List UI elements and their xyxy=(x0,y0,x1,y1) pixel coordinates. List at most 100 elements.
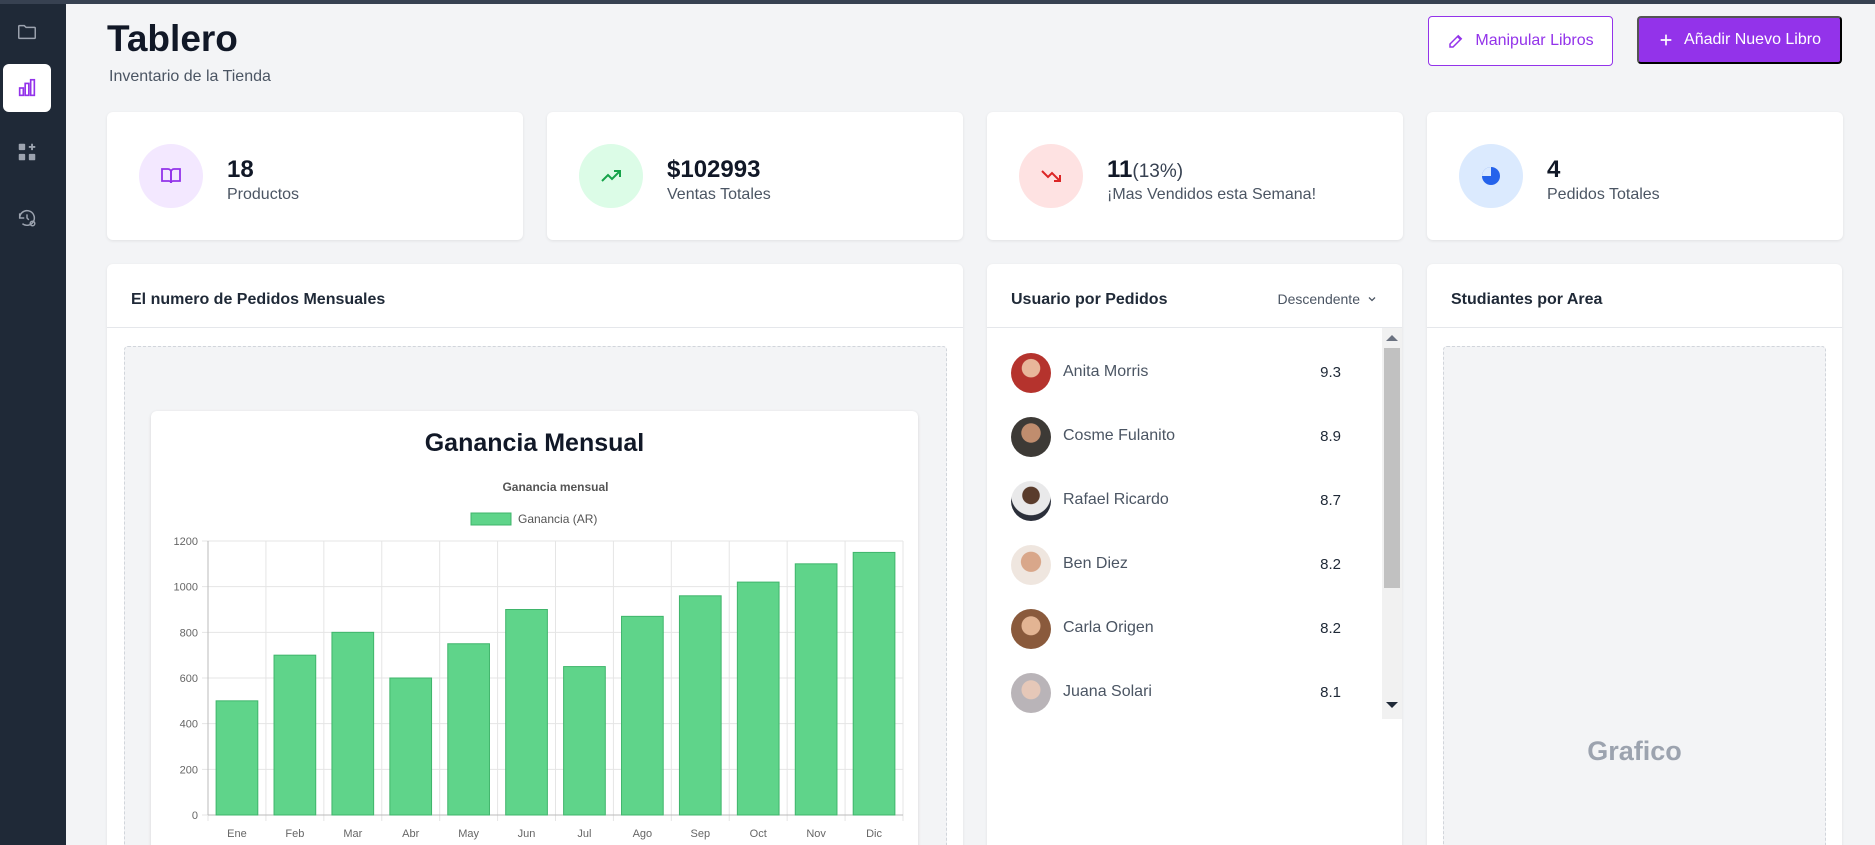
bar xyxy=(736,581,780,816)
y-tick-label: 1200 xyxy=(174,536,198,548)
user-score: 8.2 xyxy=(1320,556,1341,573)
scroll-thumb[interactable] xyxy=(1384,348,1400,588)
avatar xyxy=(1011,673,1051,713)
area-chart-placeholder: Grafico xyxy=(1443,346,1826,845)
area-panel: Studiantes por Area Grafico xyxy=(1427,264,1842,845)
panel-title: El numero de Pedidos Mensuales xyxy=(131,291,386,308)
user-row[interactable]: Carla Origen 8.2 xyxy=(1011,608,1351,650)
sidebar-item-apps[interactable] xyxy=(3,128,51,176)
y-tick-label: 1000 xyxy=(174,582,198,594)
x-tick-label: Ene xyxy=(227,828,247,840)
user-row[interactable]: Anita Morris 9.3 xyxy=(1011,352,1351,394)
grid-add-icon xyxy=(18,143,36,161)
user-score: 9.3 xyxy=(1320,364,1341,381)
user-row[interactable]: Rafael Ricardo 8.7 xyxy=(1011,480,1351,522)
user-score: 8.1 xyxy=(1320,684,1341,701)
legend-label: Ganancia (AR) xyxy=(518,512,597,526)
panel-title: Usuario por Pedidos xyxy=(1011,291,1168,308)
folder-icon xyxy=(18,24,36,40)
user-list: Anita Morris 9.3 Cosme Fulanito 8.9 Rafa… xyxy=(987,328,1384,719)
panel-header: Studiantes por Area xyxy=(1427,264,1842,328)
y-tick-label: 800 xyxy=(180,627,198,639)
sidebar-item-history-settings[interactable] xyxy=(3,194,51,242)
user-row[interactable]: Cosme Fulanito 8.9 xyxy=(1011,416,1351,458)
bar xyxy=(794,563,838,816)
stat-value: 18 xyxy=(227,156,254,183)
bar xyxy=(389,677,433,816)
avatar xyxy=(1011,545,1051,585)
stat-value-percent: (13%) xyxy=(1132,161,1184,182)
bar xyxy=(563,666,606,816)
manipulate-books-button[interactable]: Manipular Libros xyxy=(1428,16,1613,66)
avatar xyxy=(1011,609,1051,649)
user-name: Juana Solari xyxy=(1063,683,1152,700)
y-tick-label: 400 xyxy=(180,719,198,731)
bar xyxy=(621,615,664,816)
stat-value: 4 xyxy=(1547,156,1561,183)
manipulate-books-label: Manipular Libros xyxy=(1475,32,1594,49)
stat-value-number: 11 xyxy=(1107,156,1133,183)
y-tick-label: 200 xyxy=(180,764,198,776)
page-subtitle: Inventario de la Tienda xyxy=(109,68,271,85)
stat-icon-wrap xyxy=(1019,144,1083,208)
y-tick-label: 0 xyxy=(192,810,198,822)
scroll-down-icon[interactable] xyxy=(1386,702,1398,708)
page-title: Tablero xyxy=(107,18,238,59)
bar xyxy=(331,631,375,816)
sort-dropdown[interactable]: Descendente xyxy=(1277,291,1378,307)
x-tick-label: Sep xyxy=(691,828,711,840)
placeholder-text: Grafico xyxy=(1587,736,1682,766)
sidebar xyxy=(0,4,66,845)
user-score: 8.9 xyxy=(1320,428,1341,445)
add-book-label: Añadir Nuevo Libro xyxy=(1684,31,1821,48)
bar xyxy=(447,643,490,816)
stat-card-orders: 4 Pedidos Totales xyxy=(1427,112,1843,240)
trend-up-icon xyxy=(601,170,621,182)
add-book-button[interactable]: Añadir Nuevo Libro xyxy=(1637,16,1842,64)
sidebar-item-folder[interactable] xyxy=(3,8,51,56)
x-tick-label: Oct xyxy=(750,828,767,840)
y-tick-label: 600 xyxy=(180,673,198,685)
sidebar-item-dashboard[interactable] xyxy=(3,64,51,112)
x-tick-label: Nov xyxy=(806,828,826,840)
user-name: Cosme Fulanito xyxy=(1063,427,1176,444)
user-score: 8.2 xyxy=(1320,620,1341,637)
x-tick-label: Feb xyxy=(285,828,304,840)
chart-container: Ganancia Mensual Ganancia mensual Gananci… xyxy=(124,346,947,845)
user-name: Anita Morris xyxy=(1063,363,1149,380)
x-tick-label: Abr xyxy=(402,828,419,840)
user-name: Ben Diez xyxy=(1063,555,1128,572)
x-tick-label: Mar xyxy=(343,828,362,840)
book-icon xyxy=(161,168,181,184)
panel-title: Studiantes por Area xyxy=(1451,291,1603,308)
scroll-up-icon[interactable] xyxy=(1386,335,1398,341)
x-tick-label: May xyxy=(458,828,479,840)
plus-icon xyxy=(1660,34,1672,46)
stat-card-sales: $102993 Ventas Totales xyxy=(547,112,963,240)
pencil-icon xyxy=(1449,34,1463,48)
monthly-orders-panel: El numero de Pedidos Mensuales Ganancia … xyxy=(107,264,963,845)
chart-card: Ganancia Mensual Ganancia mensual Gananci… xyxy=(151,411,918,845)
panel-header: Usuario por Pedidos Descendente xyxy=(987,264,1402,328)
bar xyxy=(215,700,259,816)
bar xyxy=(852,551,896,816)
avatar xyxy=(1011,481,1051,521)
bar xyxy=(273,654,317,816)
x-tick-label: Ago xyxy=(633,828,653,840)
stat-label: Productos xyxy=(227,186,300,203)
user-name: Carla Origen xyxy=(1063,619,1154,636)
trend-down-icon xyxy=(1041,170,1061,182)
user-row[interactable]: Juana Solari 8.1 xyxy=(1011,672,1351,714)
avatar xyxy=(1011,353,1051,393)
pie-icon xyxy=(1482,167,1500,185)
bar-chart: Ganancia mensual Ganancia (AR) 0 200 400 600 8… xyxy=(174,480,904,840)
x-tick-label: Jun xyxy=(518,828,536,840)
legend-swatch xyxy=(470,512,512,526)
stat-icon-wrap xyxy=(579,144,643,208)
bar xyxy=(678,595,722,816)
x-tick-label: Jul xyxy=(577,828,591,840)
chart-title: Ganancia mensual xyxy=(502,480,608,494)
history-settings-icon xyxy=(18,209,36,227)
user-row[interactable]: Ben Diez 8.2 xyxy=(1011,544,1351,586)
user-list-scrollbar[interactable] xyxy=(1382,328,1402,719)
